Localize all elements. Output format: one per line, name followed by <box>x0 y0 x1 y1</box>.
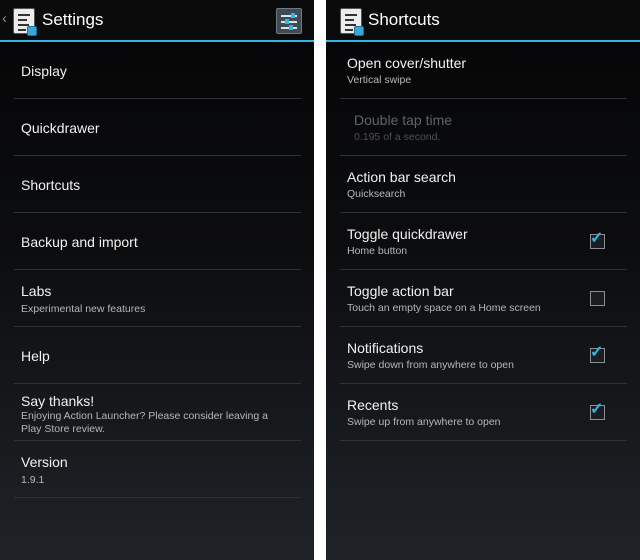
shortcut-item-action-bar-search[interactable]: Action bar search Quicksearch <box>340 156 627 213</box>
item-title: Help <box>21 348 50 364</box>
item-subtitle: Home button <box>347 245 408 257</box>
item-subtitle: Vertical swipe <box>347 74 412 86</box>
settings-item-display[interactable]: Display <box>14 42 301 99</box>
settings-item-backup[interactable]: Backup and import <box>14 213 301 270</box>
action-bar: ‹ Settings <box>0 0 314 42</box>
item-title: Toggle action bar <box>347 283 454 299</box>
checkmark-icon: ✓ <box>590 230 604 247</box>
action-launcher-icon[interactable] <box>13 8 37 36</box>
settings-list: Display Quickdrawer Shortcuts Backup and… <box>14 42 301 498</box>
item-subtitle: Experimental new features <box>21 303 146 315</box>
shortcut-item-recents[interactable]: Recents Swipe up from anywhere to open ✓ <box>340 384 627 441</box>
sliders-icon[interactable] <box>276 8 302 34</box>
item-title: Quickdrawer <box>21 120 100 136</box>
item-title: Open cover/shutter <box>347 55 467 71</box>
item-title: Double tap time <box>354 112 453 128</box>
item-title: Notifications <box>347 340 424 356</box>
item-title: Display <box>21 63 67 79</box>
item-subtitle: 0.195 of a second. <box>354 131 441 143</box>
shortcut-item-open-cover[interactable]: Open cover/shutter Vertical swipe <box>340 42 627 99</box>
item-subtitle: Swipe down from anywhere to open <box>347 359 514 371</box>
checkmark-icon: ✓ <box>590 401 604 418</box>
item-title: Toggle quickdrawer <box>347 226 468 242</box>
back-chevron-icon[interactable]: ‹ <box>2 10 7 27</box>
toggle-quickdrawer-checkbox[interactable]: ✓ <box>590 230 605 249</box>
notifications-checkbox[interactable]: ✓ <box>590 344 605 363</box>
settings-item-shortcuts[interactable]: Shortcuts <box>14 156 301 213</box>
item-subtitle: Quicksearch <box>347 188 406 200</box>
item-subtitle: Touch an empty space on a Home screen <box>347 302 541 314</box>
checkmark-icon: ✓ <box>590 344 604 361</box>
page-title: Shortcuts <box>368 10 440 29</box>
shortcut-item-toggle-quickdrawer[interactable]: Toggle quickdrawer Home button ✓ <box>340 213 627 270</box>
item-subtitle: Swipe up from anywhere to open <box>347 416 501 428</box>
item-title: Labs <box>21 283 52 299</box>
settings-item-say-thanks[interactable]: Say thanks! Enjoying Action Launcher? Pl… <box>14 384 301 441</box>
settings-item-quickdrawer[interactable]: Quickdrawer <box>14 99 301 156</box>
item-subtitle: Enjoying Action Launcher? Please conside… <box>21 410 268 435</box>
item-title: Version <box>21 454 68 470</box>
recents-checkbox[interactable]: ✓ <box>590 401 605 420</box>
action-launcher-icon[interactable] <box>340 8 364 36</box>
settings-item-labs[interactable]: Labs Experimental new features <box>14 270 301 327</box>
item-title: Say thanks! <box>21 393 95 409</box>
item-title: Shortcuts <box>21 177 81 193</box>
shortcut-item-notifications[interactable]: Notifications Swipe down from anywhere t… <box>340 327 627 384</box>
action-bar: Shortcuts <box>326 0 640 42</box>
settings-item-help[interactable]: Help <box>14 327 301 384</box>
settings-item-version[interactable]: Version 1.9.1 <box>14 441 301 498</box>
item-subtitle: 1.9.1 <box>21 474 45 486</box>
shortcut-item-double-tap-time: Double tap time 0.195 of a second. <box>340 99 627 156</box>
item-title: Action bar search <box>347 169 456 185</box>
page-title: Settings <box>42 10 104 29</box>
settings-screen: ‹ Settings Display Quickdrawer Shortcuts <box>0 0 314 560</box>
item-title: Backup and import <box>21 234 138 250</box>
shortcuts-screen: Shortcuts Open cover/shutter Vertical sw… <box>326 0 640 560</box>
shortcuts-list: Open cover/shutter Vertical swipe Double… <box>340 42 627 441</box>
shortcut-item-toggle-action-bar[interactable]: Toggle action bar Touch an empty space o… <box>340 270 627 327</box>
item-title: Recents <box>347 397 399 413</box>
toggle-action-bar-checkbox[interactable]: ✓ <box>590 291 605 306</box>
